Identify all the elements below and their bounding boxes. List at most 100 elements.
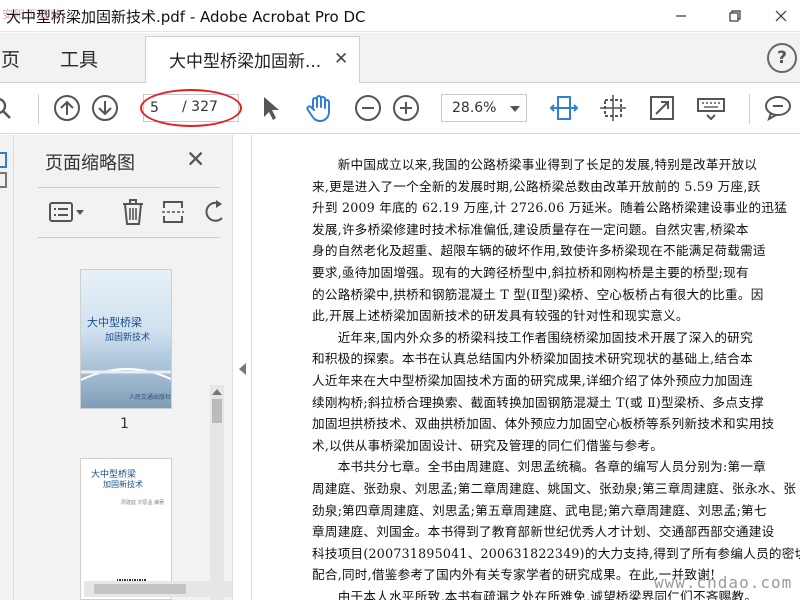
- document-line: 身的自然老化及超重、超限车辆的破坏作用,致使许多桥梁现在不能满足荷载需适: [312, 243, 766, 259]
- panel-splitter[interactable]: [232, 135, 252, 600]
- rotate-page-button[interactable]: [598, 93, 628, 123]
- document-line: 加固坦拱桥技术、双曲拱桥加固、体外预应力加固空心板桥等系列新技术和实用技: [312, 416, 775, 432]
- document-view[interactable]: 新中国成立以来,我国的公路桥梁事业得到了长足的发展,特别是改革开放以 来,更是进入…: [253, 135, 800, 600]
- thumbnails-horizontal-scrollbar[interactable]: [84, 581, 234, 597]
- arrow-down-circle-icon: [92, 95, 118, 121]
- navigation-strip: [0, 135, 14, 600]
- title-bar: 大中型桥梁加固新技术.pdf - Adobe Acrobat Pro DC 安阳…: [0, 0, 800, 32]
- keyboard-button[interactable]: [696, 93, 726, 123]
- toolbar-separator: [749, 94, 750, 124]
- help-button[interactable]: ?: [767, 43, 797, 73]
- select-tool-button[interactable]: [255, 93, 285, 123]
- zoom-level-dropdown[interactable]: 28.6%: [441, 94, 527, 122]
- toolbar-separator: [38, 94, 39, 124]
- full-screen-button[interactable]: [647, 93, 677, 123]
- previous-page-button[interactable]: [52, 93, 82, 123]
- fit-width-button[interactable]: [549, 93, 579, 123]
- scrollbar-thumb[interactable]: [94, 584, 186, 594]
- page-break-icon: [162, 201, 184, 223]
- document-line: 续刚构桥;斜拉桥合理换索、截面转换加固钢筋混凝土 T(或 Ⅱ)型梁桥、多点支撑: [312, 394, 764, 410]
- document-line: 术,以供从事桥梁加固设计、研究及管理的同仁们借鉴与参考。: [312, 437, 664, 453]
- bridge-illustration: [81, 368, 171, 381]
- thumbnail-options-button[interactable]: [48, 197, 88, 227]
- document-line: 章周建庭、刘国金。本书得到了教育部新世纪优秀人才计划、交通部西部交通建设: [312, 524, 775, 540]
- extract-pages-button[interactable]: [158, 197, 188, 227]
- tab-tools[interactable]: 工具: [60, 45, 98, 72]
- minus-circle-icon: [355, 95, 381, 121]
- fit-width-icon: [550, 96, 578, 120]
- tab-home[interactable]: 主页: [0, 45, 20, 72]
- restore-button[interactable]: [712, 0, 758, 32]
- page-thumbnail-2[interactable]: 大中型桥梁 加固新技术 周建庭 刘思孟 编著: [80, 458, 172, 600]
- zoom-in-button[interactable]: [391, 93, 421, 123]
- thumbnail-page-number: 1: [120, 416, 129, 432]
- minimize-icon: [676, 15, 686, 17]
- scrollbar-thumb[interactable]: [212, 399, 222, 423]
- close-icon: [775, 10, 787, 22]
- document-line: 升到 2009 年底的 62.19 万座,计 2726.06 万延米。随着公路桥…: [312, 200, 788, 216]
- comment-icon: [765, 96, 791, 122]
- trash-icon: [123, 199, 143, 225]
- zoom-level-value: 28.6%: [452, 100, 497, 116]
- page-thumbnails-panel: 页面缩略图 ✕ 大中型桥梁 加固新技术 人民交通出版社 1 大中型桥梁 加固新技…: [14, 135, 232, 600]
- scroll-up-arrow[interactable]: [212, 389, 222, 395]
- tab-bar: 主页 工具 大中型桥梁加固新... ✕ ?: [0, 33, 800, 83]
- rotate-pages-button[interactable]: [200, 197, 230, 227]
- page-number-field: / 327: [143, 94, 239, 122]
- document-line: 此,开展上述桥梁加固新技术的研发具有较强的针对性和现实意义。: [312, 308, 689, 324]
- document-line: 人近年来在大中型桥梁加固技术方面的研究成果,详细介绍了体外预应力加固连: [312, 373, 753, 388]
- site-watermark-top: 安阳下载站: [2, 8, 62, 21]
- doc-tab-label: 大中型桥梁加固新...: [169, 52, 322, 72]
- page-thumbnails-nav-icon[interactable]: [0, 151, 14, 191]
- cover-title-line1: 大中型桥梁: [87, 316, 142, 329]
- toolbar: / 327 28.6%: [0, 84, 800, 134]
- tab-document[interactable]: 大中型桥梁加固新... ✕: [145, 36, 360, 83]
- title-page-credits: 周建庭 刘思孟 编著: [121, 500, 165, 506]
- document-line: 新中国成立以来,我国的公路桥梁事业得到了长足的发展,特别是改革开放以: [312, 157, 758, 172]
- document-line: 发展,许多桥梁修建时技术标准偏低,建设质量存在一定问题。自然灾害,桥梁本: [312, 221, 749, 237]
- current-page-input[interactable]: [150, 98, 174, 118]
- options-menu-icon: [49, 202, 84, 222]
- document-line: 的公路桥梁中,拱桥和钢筋混凝土 T 型(Ⅱ型)梁桥、空心板桥占有很大的比重。因: [312, 286, 764, 302]
- delete-page-button[interactable]: [118, 197, 148, 227]
- next-page-button[interactable]: [90, 93, 120, 123]
- rotate-icon: [205, 200, 223, 222]
- close-tab-icon[interactable]: ✕: [334, 49, 348, 69]
- title-page-line2: 加固新技术: [103, 480, 143, 489]
- plus-circle-icon: [393, 95, 419, 121]
- panel-title: 页面缩略图: [45, 153, 135, 174]
- restore-icon: [729, 10, 741, 22]
- search-icon: [0, 98, 11, 119]
- close-panel-icon[interactable]: ✕: [186, 147, 205, 173]
- comment-button[interactable]: [763, 93, 793, 123]
- arrow-up-circle-icon: [54, 95, 80, 121]
- cover-publisher: 人民交通出版社: [129, 394, 172, 401]
- chevron-down-icon: [510, 106, 520, 112]
- hand-icon: [306, 95, 330, 122]
- collapse-panel-arrow[interactable]: [239, 363, 246, 375]
- document-line: 要求,亟待加固增强。现有的大跨径桥型中,斜拉桥和刚构桥是主要的桥型;现有: [312, 265, 749, 280]
- hand-tool-button[interactable]: [304, 93, 334, 123]
- panel-divider: [38, 187, 220, 188]
- keyboard-icon: [697, 98, 725, 121]
- document-line: 近年来,国内外众多的桥梁科技工作者围绕桥梁加固技术开展了深入的研究: [312, 329, 753, 345]
- zoom-out-button[interactable]: [353, 93, 383, 123]
- page-move-icon: [600, 95, 626, 121]
- document-line: 和积极的探索。本书在认真总结国内外桥梁加固技术研究现状的基础上,结合本: [312, 351, 753, 367]
- document-line: 科技项目(200731895041、200631822349)的大力支持,得到了…: [312, 545, 800, 561]
- document-line: 周建庭、张劲泉、刘思孟;第二章周建庭、姚国文、张劲泉;第三章周建庭、张永水、张: [312, 481, 797, 496]
- document-line: 本书共分七章。全书由周建庭、刘思孟统稿。各章的编写人员分别为:第一章: [312, 459, 767, 475]
- panel-divider: [38, 237, 220, 238]
- cursor-arrow-icon: [264, 97, 279, 120]
- expand-icon: [650, 96, 674, 120]
- close-window-button[interactable]: [758, 0, 800, 32]
- document-line: 劲泉;第四章周建庭、刘思孟;第五章周建庭、武电昆;第六章周建庭、刘思孟;第七: [312, 502, 767, 518]
- cover-title-line2: 加固新技术: [105, 333, 151, 343]
- thumbnails-scrollbar[interactable]: [210, 385, 224, 600]
- total-pages: / 327: [182, 99, 218, 115]
- site-watermark-bottom: www.cndao.com: [654, 573, 793, 592]
- search-button[interactable]: [0, 93, 18, 123]
- page-thumbnail-1[interactable]: 大中型桥梁 加固新技术 人民交通出版社: [80, 269, 172, 409]
- minimize-button[interactable]: [658, 0, 704, 32]
- document-line: 来,更是进入了一个全新的发展时期,公路桥梁总数由改革开放前的 5.59 万座,跃: [312, 178, 761, 194]
